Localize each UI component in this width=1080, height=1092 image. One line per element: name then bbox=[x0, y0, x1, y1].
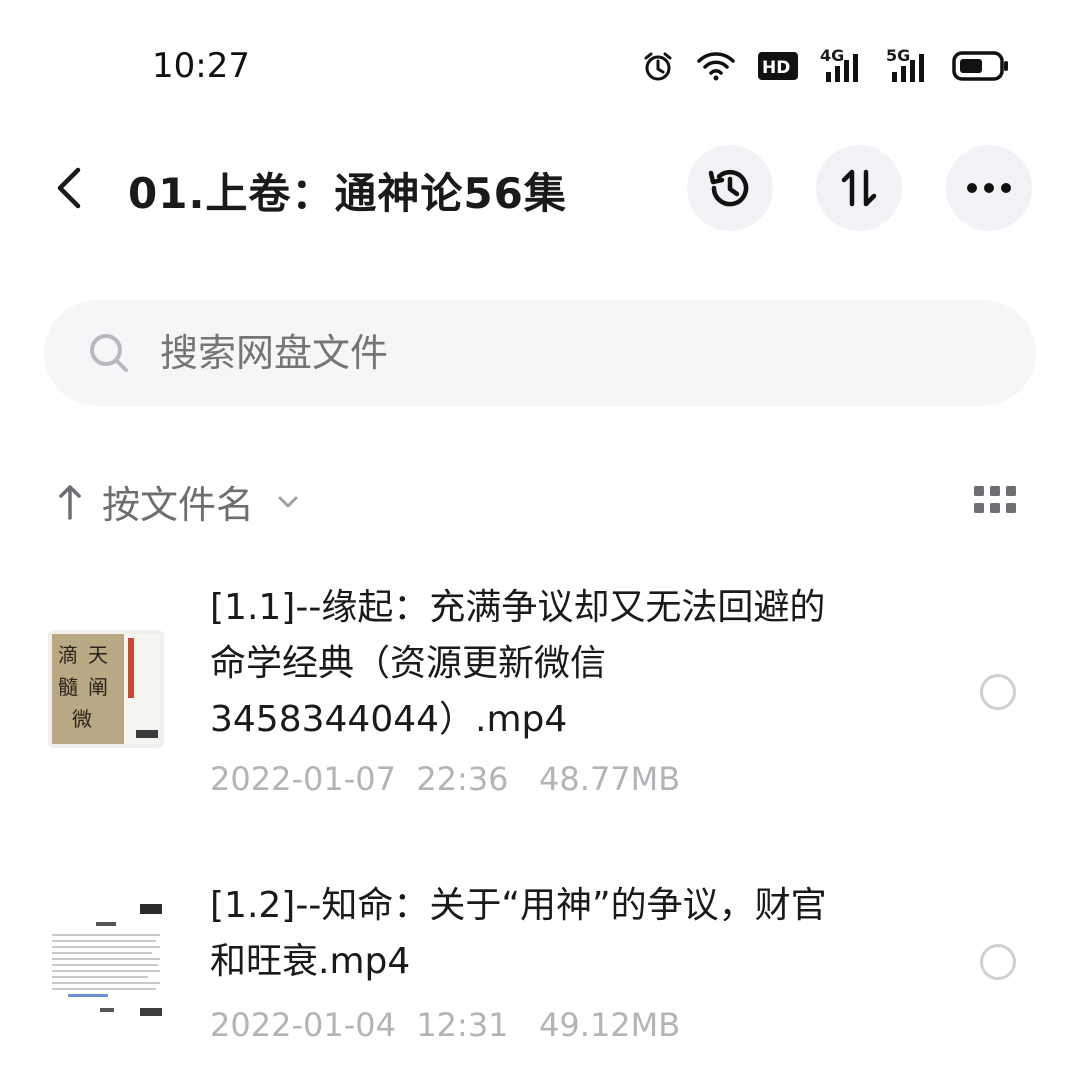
more-icon bbox=[967, 183, 1011, 193]
alarm-icon bbox=[644, 52, 672, 81]
search-bar[interactable] bbox=[44, 300, 1036, 406]
sort-arrows-icon bbox=[841, 169, 877, 207]
svg-text:阐: 阐 bbox=[88, 675, 108, 699]
signal-4g-icon: 4G bbox=[820, 46, 864, 82]
search-icon bbox=[90, 334, 128, 372]
svg-text:HD: HD bbox=[762, 58, 790, 78]
select-radio[interactable] bbox=[980, 944, 1016, 980]
file-name: [1.2]--知命：关于“用神”的争议，财官和旺衰.mp4 bbox=[210, 885, 827, 982]
sort-label: 按文件名 bbox=[102, 483, 255, 527]
sort-selector[interactable]: 按文件名 bbox=[58, 474, 300, 529]
file-size: 48.77MB bbox=[539, 760, 681, 798]
search-input[interactable] bbox=[158, 330, 862, 376]
history-button[interactable] bbox=[687, 145, 773, 231]
file-meta: 2022-01-04 12:31 49.12MB bbox=[210, 1006, 680, 1044]
svg-text:滴: 滴 bbox=[58, 643, 78, 667]
signal-5g-icon: 5G bbox=[886, 46, 930, 82]
more-button[interactable] bbox=[946, 145, 1032, 231]
file-date: 2022-01-07 bbox=[210, 760, 396, 798]
folder-title: 01.上卷：通神论56集 bbox=[128, 169, 567, 218]
book-cover-thumbnail: 滴 天 髓 阐 微 bbox=[48, 630, 164, 748]
svg-text:髓: 髓 bbox=[58, 675, 78, 699]
select-radio[interactable] bbox=[980, 674, 1016, 710]
document-page-thumbnail bbox=[48, 898, 164, 1022]
transfer-sort-button[interactable] bbox=[816, 145, 902, 231]
file-time: 22:36 bbox=[416, 760, 509, 798]
status-time: 10:27 bbox=[152, 46, 250, 86]
file-meta: 2022-01-07 22:36 48.77MB bbox=[210, 760, 680, 798]
back-button[interactable] bbox=[50, 166, 90, 210]
svg-text:天: 天 bbox=[88, 643, 108, 667]
network-4g-label: 4G bbox=[820, 46, 845, 65]
arrow-up-icon bbox=[59, 484, 81, 520]
file-time: 12:31 bbox=[416, 1006, 509, 1044]
chevron-down-icon bbox=[278, 496, 298, 507]
file-name: [1.1]--缘起：充满争议却又无法回避的命学经典（资源更新微信34583440… bbox=[210, 587, 826, 740]
hd-icon: HD bbox=[758, 52, 798, 80]
chevron-left-icon bbox=[57, 167, 81, 209]
svg-text:微: 微 bbox=[72, 707, 92, 731]
wifi-icon bbox=[697, 52, 735, 81]
status-icons: HD 4G 5G bbox=[642, 46, 1010, 82]
file-date: 2022-01-04 bbox=[210, 1006, 396, 1044]
grid-view-icon[interactable] bbox=[974, 486, 1016, 514]
history-icon bbox=[708, 169, 749, 207]
battery-icon bbox=[952, 51, 1008, 81]
network-5g-label: 5G bbox=[886, 46, 911, 65]
file-size: 49.12MB bbox=[539, 1006, 681, 1044]
